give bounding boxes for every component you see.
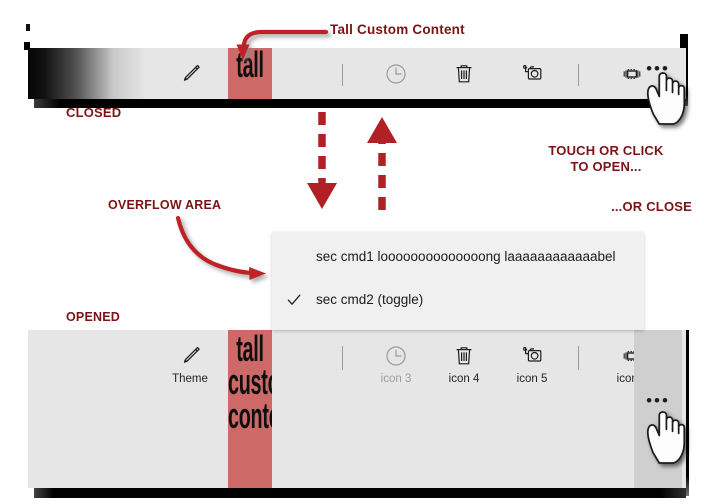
toolbar-item-icon-4[interactable] bbox=[436, 48, 492, 99]
tall-custom-content-opened-text: tall custom content bbox=[228, 330, 272, 436]
annotation-opened: OPENED bbox=[66, 310, 120, 324]
arrow-overflow-area bbox=[175, 215, 266, 280]
toolbar-item-label-icon-3: icon 3 bbox=[380, 373, 412, 385]
overflow-menu-item-1[interactable]: sec cmd1 loooooooooooooong laaaaaaaaaaaa… bbox=[272, 232, 644, 277]
annotation-overflow-area: OVERFLOW AREA bbox=[108, 198, 222, 212]
toolbar-item-icon-5[interactable] bbox=[504, 48, 560, 99]
overflow-menu-item-2[interactable]: sec cmd2 (toggle) bbox=[272, 277, 644, 322]
pencil-icon bbox=[176, 342, 204, 370]
arrow-open-down bbox=[307, 112, 337, 209]
toolbar-separator-2-opened bbox=[578, 346, 579, 370]
toolbar-item-icon-3-opened[interactable]: icon 3 bbox=[368, 330, 424, 488]
clock-icon bbox=[382, 60, 410, 88]
tall-custom-content-opened[interactable]: tall custom content bbox=[228, 330, 272, 488]
ellipsis-icon: ••• bbox=[646, 391, 670, 410]
overflow-menu[interactable]: sec cmd1 loooooooooooooong laaaaaaaaaaaa… bbox=[272, 232, 644, 330]
toolbar-item-icon-3[interactable] bbox=[368, 48, 424, 99]
camera-icon bbox=[518, 342, 546, 370]
overflow-menu-item-1-label: sec cmd1 loooooooooooooong laaaaaaaaaaaa… bbox=[316, 249, 616, 264]
frame-edge-bottom-opened bbox=[34, 488, 686, 498]
frame-edge-bottom-closed bbox=[34, 99, 684, 108]
toolbar-opened[interactable]: Theme icon 3 icon 4 icon 5 icon 6 bbox=[28, 330, 686, 488]
toolbar-item-label-theme: Theme bbox=[172, 373, 208, 385]
overflow-menu-item-2-label: sec cmd2 (toggle) bbox=[316, 292, 424, 307]
toolbar-closed[interactable] bbox=[28, 48, 686, 99]
camera-icon bbox=[518, 60, 546, 88]
tall-custom-content-closed-text: tall bbox=[236, 48, 264, 85]
toolbar-item-theme-opened[interactable]: Theme bbox=[158, 330, 222, 488]
screenshot-stage: tall ••• Theme icon 3 icon 4 icon 5 icon… bbox=[0, 0, 704, 504]
toolbar-closed-items bbox=[28, 48, 686, 99]
ellipsis-icon: ••• bbox=[646, 59, 670, 78]
pencil-icon bbox=[176, 60, 204, 88]
toolbar-opened-items: Theme icon 3 icon 4 icon 5 icon 6 bbox=[28, 330, 686, 488]
annotation-or-close: ...OR CLOSE bbox=[611, 199, 692, 214]
checkmark-icon bbox=[272, 292, 316, 308]
toolbar-item-icon-4-opened[interactable]: icon 4 bbox=[436, 330, 492, 488]
overflow-button-opened[interactable]: ••• bbox=[634, 330, 682, 488]
toolbar-separator-1-opened bbox=[342, 346, 343, 370]
tall-custom-content-closed[interactable]: tall bbox=[228, 48, 272, 99]
arrow-close-up bbox=[367, 117, 397, 210]
trash-icon bbox=[450, 342, 478, 370]
annotation-tall-custom-content: Tall Custom Content bbox=[330, 22, 465, 37]
toolbar-separator-2 bbox=[578, 64, 579, 86]
overflow-button-closed[interactable]: ••• bbox=[634, 48, 682, 99]
clock-icon bbox=[382, 342, 410, 370]
toolbar-item-label-icon-4: icon 4 bbox=[448, 373, 480, 385]
toolbar-separator-1 bbox=[342, 64, 343, 86]
toolbar-item-label-icon-5: icon 5 bbox=[516, 373, 548, 385]
annotation-touch-or-click: TOUCH OR CLICK TO OPEN... bbox=[548, 143, 664, 174]
trash-icon bbox=[450, 60, 478, 88]
annotation-closed: CLOSED bbox=[66, 105, 122, 120]
toolbar-item-theme[interactable] bbox=[158, 48, 222, 99]
toolbar-item-icon-5-opened[interactable]: icon 5 bbox=[504, 330, 560, 488]
frame-tick bbox=[26, 24, 30, 31]
